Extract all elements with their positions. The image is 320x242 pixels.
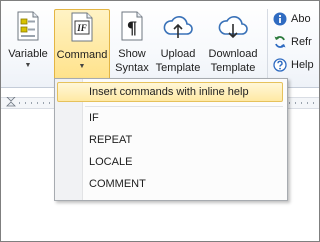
- menu-item-if[interactable]: IF: [57, 108, 283, 128]
- command-label: Command: [56, 49, 108, 61]
- command-icon: IF: [65, 10, 99, 44]
- refresh-button[interactable]: Refr: [273, 35, 312, 49]
- chevron-down-icon: ▼: [78, 63, 86, 70]
- menu-item-comment[interactable]: COMMENT: [57, 174, 283, 194]
- app-window: Variable ▼ IF Command ▼ ¶ Show Syntax Up…: [0, 0, 320, 242]
- indent-marker-icon[interactable]: [6, 97, 16, 107]
- refresh-label: Refr: [291, 36, 312, 48]
- upload-template-label-2: Template: [155, 62, 201, 74]
- menu-item-locale[interactable]: LOCALE: [57, 152, 283, 172]
- pilcrow-text: ¶: [127, 19, 138, 39]
- menu-item-repeat[interactable]: REPEAT: [57, 130, 283, 150]
- download-template-button[interactable]: Download Template: [204, 9, 262, 81]
- chevron-down-icon: ▼: [24, 62, 32, 69]
- ribbon: Variable ▼ IF Command ▼ ¶ Show Syntax Up…: [1, 1, 319, 88]
- command-dropdown-menu: Insert commands with inline help IF REPE…: [54, 78, 288, 201]
- cloud-download-icon: [216, 9, 250, 43]
- show-syntax-label-2: Syntax: [115, 62, 149, 74]
- pilcrow-icon: ¶: [115, 9, 149, 43]
- upload-template-label-1: Upload: [160, 48, 196, 60]
- variable-button[interactable]: Variable ▼: [5, 9, 51, 81]
- cloud-upload-icon: [161, 9, 195, 43]
- info-icon: [273, 12, 287, 26]
- show-syntax-label-1: Show: [118, 48, 146, 60]
- about-button[interactable]: Abo: [273, 12, 311, 26]
- ribbon-separator: [267, 9, 268, 79]
- menu-item-insert-commands-with-inline-help[interactable]: Insert commands with inline help: [57, 82, 283, 102]
- download-template-label-2: Template: [210, 62, 256, 74]
- command-button[interactable]: IF Command ▼: [54, 9, 110, 81]
- menu-divider: [85, 106, 283, 107]
- variable-icon: [11, 9, 45, 43]
- variable-label: Variable: [8, 48, 48, 60]
- refresh-icon: [273, 35, 287, 49]
- about-label: Abo: [291, 13, 311, 25]
- show-syntax-button[interactable]: ¶ Show Syntax: [112, 9, 152, 81]
- help-icon: [273, 58, 287, 72]
- help-label: Help: [291, 59, 314, 71]
- help-button[interactable]: Help: [273, 58, 314, 72]
- command-icon-text: IF: [76, 23, 87, 33]
- upload-template-button[interactable]: Upload Template: [154, 9, 202, 81]
- download-template-label-1: Download: [208, 48, 258, 60]
